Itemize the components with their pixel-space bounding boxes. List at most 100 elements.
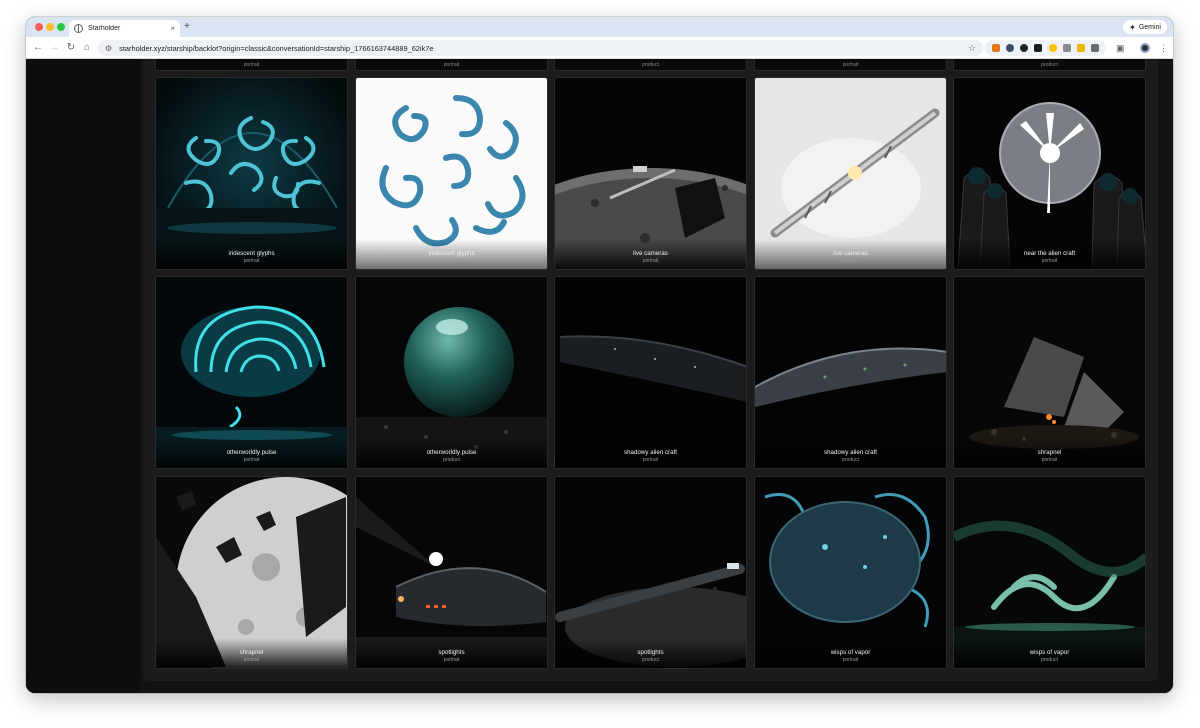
site-info-icon[interactable]: ⚙: [105, 44, 112, 53]
card-caption: near the alien craft portrait: [954, 239, 1145, 269]
card-subtitle: portrait: [243, 62, 260, 68]
gallery-card[interactable]: iridescent glyphs portrait: [155, 77, 348, 270]
extensions-bar: [985, 40, 1106, 56]
card-subtitle: product: [443, 258, 460, 264]
card-caption: spotlights portrait: [356, 638, 547, 668]
gemini-button[interactable]: ✦ Gemini: [1123, 20, 1167, 34]
card-caption: live cameras portrait: [555, 239, 746, 269]
extension-icon[interactable]: [1062, 44, 1071, 52]
gallery-card[interactable]: shadowy alien craft product: [754, 276, 947, 469]
close-tab-icon[interactable]: ×: [170, 24, 175, 33]
card-caption: otherworldly pulse portrait: [156, 438, 347, 468]
gallery-card[interactable]: near the alien craft portrait: [953, 77, 1146, 270]
sidebar: [26, 59, 140, 693]
page-content: portrait portrait product portrait produ…: [26, 59, 1173, 693]
card-title: shrapnel: [1037, 449, 1062, 456]
card-caption: shrapnel portrait: [156, 638, 347, 668]
url-text[interactable]: starholder.xyz/starship/backlot?origin=c…: [119, 44, 968, 53]
gallery-card[interactable]: portrait: [155, 59, 348, 71]
card-subtitle: portrait: [842, 657, 859, 663]
extensions-puzzle-icon[interactable]: [1090, 44, 1099, 52]
card-title: live cameras: [833, 250, 868, 257]
minimize-window-button[interactable]: [46, 23, 54, 31]
gallery-card[interactable]: otherworldly pulse product: [355, 276, 548, 469]
card-subtitle: portrait: [243, 657, 260, 663]
new-tab-button[interactable]: +: [184, 21, 190, 33]
globe-icon: [74, 24, 83, 33]
card-caption: wisps of vapor portrait: [755, 638, 946, 668]
previous-row: portrait portrait product portrait produ…: [155, 59, 1147, 71]
card-title: wisps of vapor: [1029, 649, 1070, 656]
address-bar[interactable]: ⚙ starholder.xyz/starship/backlot?origin…: [98, 40, 983, 56]
reload-icon[interactable]: ↻: [65, 42, 77, 54]
gallery-card[interactable]: wisps of vapor product: [953, 476, 1146, 669]
card-subtitle: product: [642, 657, 659, 663]
bookmark-star-icon[interactable]: ☆: [968, 43, 976, 54]
close-window-button[interactable]: [35, 23, 43, 31]
back-arrow-icon[interactable]: ←: [32, 42, 44, 54]
extension-icon[interactable]: [1076, 44, 1085, 52]
card-subtitle: portrait: [243, 258, 260, 264]
card-caption: shadowy alien craft product: [755, 438, 946, 468]
card-subtitle: portrait: [1041, 258, 1058, 264]
extension-icon[interactable]: [1048, 44, 1057, 52]
card-title: shrapnel: [239, 649, 264, 656]
gallery-card[interactable]: shrapnel portrait: [953, 276, 1146, 469]
card-caption: shadowy alien craft portrait: [555, 438, 746, 468]
card-subtitle: portrait: [443, 657, 460, 663]
extension-icon[interactable]: [1020, 44, 1029, 52]
side-panel-icon[interactable]: ▣: [1116, 42, 1125, 54]
gallery-card[interactable]: otherworldly pulse portrait: [155, 276, 348, 469]
gallery-card[interactable]: product: [554, 59, 747, 71]
gallery-card[interactable]: wisps of vapor portrait: [754, 476, 947, 669]
metamask-extension-icon[interactable]: [992, 44, 1001, 52]
card-subtitle: product: [842, 457, 859, 463]
card-subtitle: product: [443, 457, 460, 463]
card-subtitle: product: [1041, 62, 1058, 68]
card-title: shadowy alien craft: [624, 449, 677, 456]
card-subtitle: portrait: [243, 457, 260, 463]
gallery-card[interactable]: spotlights portrait: [355, 476, 548, 669]
more-menu-icon[interactable]: ⋮: [1159, 42, 1168, 54]
card-title: otherworldly pulse: [426, 449, 477, 456]
card-title: spotlights: [637, 649, 664, 656]
gallery-card[interactable]: shadowy alien craft portrait: [554, 276, 747, 469]
extension-icon[interactable]: [1034, 44, 1043, 52]
forward-arrow-icon[interactable]: →: [48, 42, 60, 54]
card-title: shadowy alien craft: [824, 449, 877, 456]
home-icon[interactable]: ⌂: [81, 42, 93, 54]
card-caption: wisps of vapor product: [954, 638, 1145, 668]
gallery-card[interactable]: portrait: [754, 59, 947, 71]
gallery-card[interactable]: iridescent glyphs product: [355, 77, 548, 270]
card-subtitle: portrait: [1041, 457, 1058, 463]
card-subtitle: portrait: [443, 62, 460, 68]
gallery-card[interactable]: live cameras portrait: [554, 77, 747, 270]
gallery-card[interactable]: portrait: [355, 59, 548, 71]
tab-title: Starholder: [88, 25, 121, 32]
gallery-card[interactable]: live cameras product: [754, 77, 947, 270]
card-caption: iridescent glyphs product: [356, 239, 547, 269]
card-title: otherworldly pulse: [226, 449, 277, 456]
card-title: near the alien craft: [1023, 250, 1076, 257]
gemini-label: Gemini: [1138, 23, 1161, 31]
card-subtitle: portrait: [642, 457, 659, 463]
card-caption: otherworldly pulse product: [356, 438, 547, 468]
gallery-card[interactable]: product: [953, 59, 1146, 71]
card-title: live cameras: [633, 250, 668, 257]
card-subtitle: product: [1041, 657, 1058, 663]
maximize-window-button[interactable]: [57, 23, 65, 31]
profile-avatar[interactable]: [1140, 43, 1150, 53]
tab-starholder[interactable]: Starholder ×: [69, 20, 180, 37]
card-subtitle: product: [642, 62, 659, 68]
extension-icon[interactable]: [1006, 44, 1015, 52]
card-subtitle: portrait: [642, 258, 659, 264]
browser-window: Starholder × + ✦ Gemini ← → ↻ ⌂ ⚙ starho…: [26, 17, 1173, 693]
card-title: wisps of vapor: [830, 649, 871, 656]
card-caption: iridescent glyphs portrait: [156, 239, 347, 269]
gallery-card[interactable]: spotlights product: [554, 476, 747, 669]
sparkle-icon: ✦: [1129, 22, 1136, 32]
backlot-gallery: portrait portrait product portrait produ…: [143, 59, 1158, 681]
card-caption: spotlights product: [555, 638, 746, 668]
gallery-card[interactable]: shrapnel portrait: [155, 476, 348, 669]
card-title: iridescent glyphs: [228, 250, 275, 257]
